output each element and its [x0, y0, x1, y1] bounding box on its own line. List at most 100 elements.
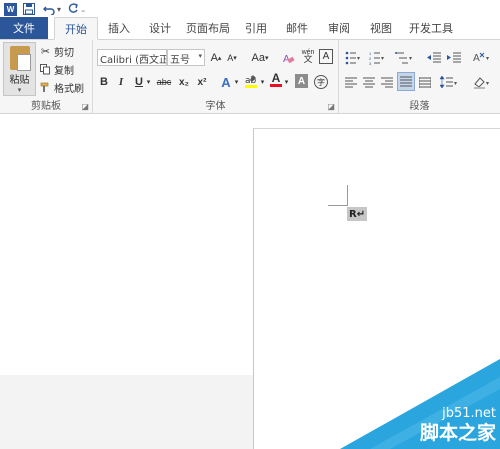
- multilevel-list-button[interactable]: ▾: [393, 49, 417, 67]
- paragraph-group: ▾ 1 2 3 ▾ ▾ A ▾ ▾ ▾ 段落: [339, 40, 500, 114]
- highlight-dropdown-icon[interactable]: ▾: [259, 73, 266, 91]
- tab-developer[interactable]: 开发工具: [402, 17, 460, 39]
- svg-text:▾: ▾: [381, 56, 384, 62]
- watermark-brand: 脚本之家: [419, 422, 496, 444]
- undo-icon[interactable]: [41, 1, 57, 17]
- customize-qat-icon[interactable]: ₌: [81, 5, 85, 14]
- chinese-layout-button[interactable]: A ▾: [471, 49, 495, 67]
- underline-dropdown-icon[interactable]: ▾: [145, 73, 152, 91]
- highlight-button[interactable]: ab: [243, 72, 259, 90]
- paste-dropdown-icon[interactable]: ▾: [18, 86, 22, 94]
- align-right-button[interactable]: [379, 73, 395, 91]
- margin-corner-vertical: [347, 185, 348, 206]
- font-name-value: Calibri (西文正: [100, 55, 167, 66]
- tab-file[interactable]: 文件: [0, 17, 48, 39]
- enclose-characters-icon: 字: [314, 75, 328, 89]
- tab-insert[interactable]: 插入: [98, 17, 140, 39]
- grow-font-button[interactable]: A ▴: [209, 49, 223, 67]
- font-group: Calibri (西文正 五号 ▾ A ▴ A ▾ Aa ▾ A wén 文 A B …: [93, 40, 339, 114]
- font-name-select[interactable]: Calibri (西文正: [97, 49, 167, 66]
- line-spacing-button[interactable]: ▾: [439, 73, 461, 91]
- paragraph-group-label: 段落: [409, 101, 430, 112]
- font-group-label: 字体: [205, 101, 226, 112]
- shading-button[interactable]: ▾: [471, 73, 495, 91]
- clipboard-launcher-icon[interactable]: ◪: [81, 102, 89, 111]
- scissors-icon: ✂: [40, 44, 51, 58]
- save-icon[interactable]: [21, 1, 37, 17]
- format-painter-label: 格式刷: [54, 83, 84, 95]
- increase-indent-button[interactable]: [445, 49, 463, 67]
- tab-view[interactable]: 视图: [360, 17, 402, 39]
- strikethrough-button[interactable]: abc: [155, 73, 173, 91]
- font-color-icon: A: [271, 71, 281, 85]
- quick-access-toolbar: W ▾ ₌: [0, 0, 500, 18]
- superscript-button[interactable]: x²: [195, 73, 209, 91]
- clipboard-icon: [9, 46, 31, 71]
- font-color-dropdown-icon[interactable]: ▾: [283, 73, 290, 91]
- svg-text:▾: ▾: [486, 56, 489, 62]
- watermark: jb51.net 脚本之家: [340, 359, 500, 449]
- justify-button[interactable]: [397, 72, 415, 91]
- word-logo-icon: W: [4, 2, 17, 16]
- align-left-button[interactable]: [343, 73, 359, 91]
- tab-page-layout[interactable]: 页面布局: [180, 17, 236, 39]
- font-size-value: 五号: [170, 55, 190, 66]
- svg-text:A: A: [473, 53, 480, 64]
- tab-review[interactable]: 审阅: [318, 17, 360, 39]
- shrink-font-button[interactable]: A ▾: [225, 49, 239, 67]
- grow-font-icon: A: [210, 52, 218, 64]
- ribbon-tabs: 文件 开始 插入 设计 页面布局 引用 邮件 审阅 视图 开发工具: [0, 17, 500, 40]
- cut-button[interactable]: ✂ 剪切: [39, 43, 74, 59]
- chevron-down-icon: ▾: [198, 52, 202, 60]
- ribbon-home: 粘贴 ▾ ✂ 剪切 复制 格式刷 剪贴板 ◪ Calibri (西文正 五号 ▾…: [0, 40, 500, 114]
- format-painter-button[interactable]: 格式刷: [39, 79, 84, 95]
- clipboard-group: 粘贴 ▾ ✂ 剪切 复制 格式刷 剪贴板 ◪: [0, 40, 93, 114]
- tab-references[interactable]: 引用: [236, 17, 276, 39]
- document-canvas: [0, 114, 253, 375]
- font-color-swatch: [270, 84, 282, 87]
- change-case-icon: Aa: [251, 52, 265, 64]
- margin-corner-horizontal: [328, 205, 348, 206]
- selected-text[interactable]: R↵: [347, 207, 368, 221]
- change-case-button[interactable]: Aa ▾: [247, 49, 273, 67]
- underline-button[interactable]: U: [133, 73, 145, 91]
- bold-button[interactable]: B: [98, 73, 110, 91]
- copy-icon: [39, 63, 52, 76]
- text-effects-button[interactable]: A: [219, 73, 233, 91]
- copy-button[interactable]: 复制: [39, 61, 74, 77]
- bullets-button[interactable]: ▾: [343, 49, 365, 67]
- svg-text:▾: ▾: [409, 56, 412, 62]
- tab-mailings[interactable]: 邮件: [276, 17, 318, 39]
- decrease-indent-button[interactable]: [425, 49, 443, 67]
- svg-text:3: 3: [369, 61, 372, 65]
- font-launcher-icon[interactable]: ◪: [327, 102, 335, 111]
- enclose-characters-button[interactable]: 字: [313, 73, 329, 91]
- svg-text:▾: ▾: [357, 56, 360, 62]
- redo-icon[interactable]: [65, 1, 81, 17]
- subscript-button[interactable]: x₂: [177, 73, 191, 91]
- paintbrush-icon: [39, 81, 52, 94]
- tab-home[interactable]: 开始: [54, 17, 98, 40]
- character-border-icon: A: [322, 51, 330, 62]
- paste-button[interactable]: 粘贴 ▾: [3, 42, 36, 96]
- character-border-button[interactable]: A: [319, 49, 333, 64]
- svg-text:▾: ▾: [454, 81, 457, 87]
- numbering-button[interactable]: 1 2 3 ▾: [367, 49, 389, 67]
- paste-label: 粘贴: [9, 75, 30, 86]
- clear-formatting-icon[interactable]: A: [281, 49, 295, 67]
- cut-label: 剪切: [54, 47, 74, 59]
- text-effects-dropdown-icon[interactable]: ▾: [233, 73, 240, 91]
- document-background: [0, 375, 253, 449]
- tab-design[interactable]: 设计: [140, 17, 180, 39]
- svg-text:▾: ▾: [486, 81, 489, 87]
- clipboard-group-label: 剪贴板: [31, 101, 61, 112]
- font-color-button[interactable]: A: [269, 71, 283, 89]
- italic-button[interactable]: I: [115, 73, 127, 91]
- font-size-select[interactable]: 五号 ▾: [167, 49, 205, 66]
- align-center-button[interactable]: [361, 73, 377, 91]
- copy-label: 复制: [54, 65, 74, 77]
- distributed-button[interactable]: [417, 73, 433, 91]
- phonetic-guide-button[interactable]: wén 文: [300, 47, 316, 65]
- character-shading-button[interactable]: A: [295, 74, 308, 88]
- undo-dropdown-icon[interactable]: ▾: [57, 5, 61, 14]
